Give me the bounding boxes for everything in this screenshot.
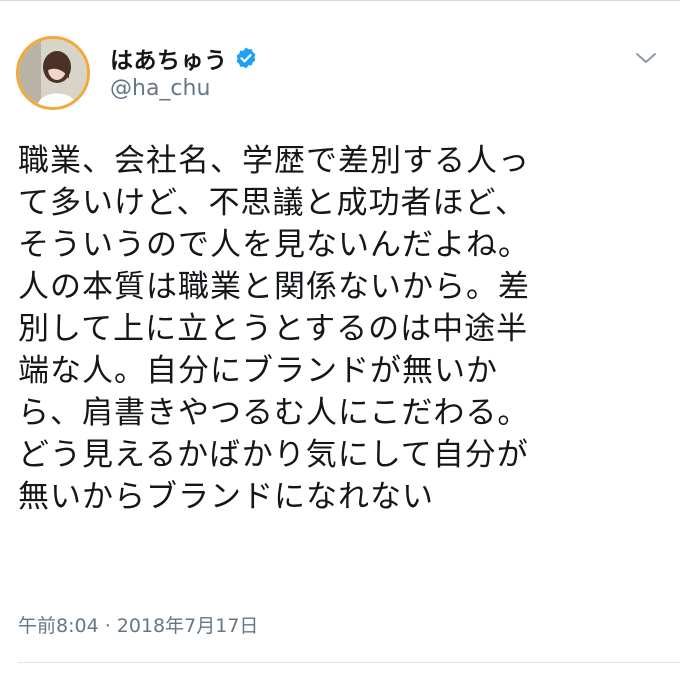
tweet-line: 端な人。自分にブランドが無いか [18,353,498,389]
user-handle[interactable]: @ha_chu [110,76,210,101]
top-divider [0,0,680,1]
avatar-image [19,39,87,107]
tweet-line: 職業、会社名、学歴で差別する人っ [18,143,530,179]
tweet-line: 別して上に立とうとするのは中途半 [18,311,529,347]
chevron-down-icon[interactable] [634,46,658,70]
verified-badge-icon [236,47,255,69]
tweet-line: どう見えるかばかり気にして自分が [18,437,529,473]
tweet-line: 人の本質は職業と関係ないから。差 [18,269,530,305]
tweet-text: 職業、会社名、学歴で差別する人っ て多いけど、不思議と成功者ほど、 そういうので… [18,140,658,518]
tweet-timestamp[interactable]: 午前8:04 · 2018年7月17日 [18,611,258,638]
display-name[interactable]: はあちゅう [110,41,228,75]
tweet-header: はあちゅう @ha_chu [16,36,666,116]
tweet-line: て多いけど、不思議と成功者ほど、 [18,185,527,221]
bottom-divider [18,662,680,663]
tweet-line: そういうので人を見ないんだよね。 [18,227,530,263]
avatar[interactable] [16,36,90,110]
tweet-line: ら、肩書きやつるむ人にこだわる。 [18,395,530,431]
display-name-row[interactable]: はあちゅう [110,41,258,75]
tweet-line: 無いからブランドになれない [18,479,434,515]
